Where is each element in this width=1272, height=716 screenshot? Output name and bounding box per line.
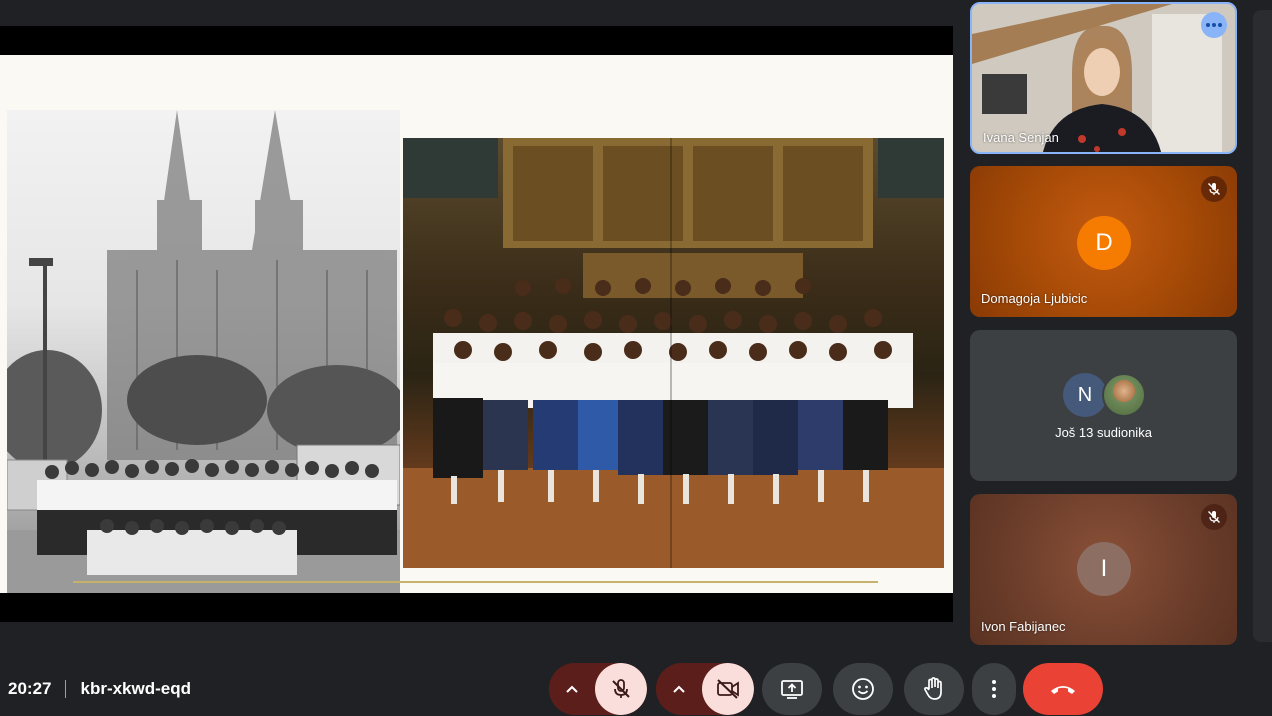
more-options-icon [992, 680, 996, 698]
cathedral-group-photo [7, 110, 400, 593]
avatar-initial: D [1095, 229, 1113, 256]
chevron-up-icon [566, 685, 578, 693]
camera-off-icon [717, 679, 739, 699]
more-options-button[interactable] [972, 663, 1016, 715]
participant-name: Ivana Senjan [983, 130, 1059, 145]
muted-badge [1201, 176, 1227, 202]
mic-options-button[interactable] [549, 663, 595, 715]
raise-hand-button[interactable] [904, 663, 964, 715]
end-call-button[interactable] [1023, 663, 1103, 715]
meeting-info-separator [65, 680, 67, 698]
participant-name: Domagoja Ljubicic [981, 291, 1088, 306]
three-dots-icon [1206, 23, 1222, 27]
mic-off-icon [612, 679, 630, 698]
meeting-info: 20:27 kbr-xkwd-eqd [8, 678, 191, 700]
camera-toggle-button[interactable] [702, 663, 754, 715]
participant-avatar: N [1063, 373, 1107, 417]
presentation-slide [0, 55, 953, 593]
participant-avatar-photo [1102, 373, 1146, 417]
avatar-initial: N [1077, 383, 1093, 406]
participant-tile[interactable]: I Ivon Fabijanec [970, 494, 1237, 645]
participant-avatar: I [1077, 542, 1131, 596]
end-call-icon [1051, 686, 1075, 694]
meeting-time: 20:27 [8, 679, 52, 698]
mic-off-icon [1208, 183, 1220, 195]
choir-altar-photo [403, 138, 944, 568]
avatar-initial: I [1100, 555, 1108, 582]
participant-tile[interactable]: D Domagoja Ljubicic [970, 166, 1237, 317]
more-participants-label: Još 13 sudionika [1055, 425, 1152, 440]
mic-toggle-button[interactable] [595, 663, 647, 715]
slide-divider [73, 581, 878, 583]
more-options-button[interactable] [1201, 12, 1227, 38]
participant-tile-video[interactable]: Ivana Senjan [970, 2, 1237, 154]
chevron-up-icon [673, 685, 685, 693]
mic-off-icon [1208, 511, 1220, 523]
reactions-button[interactable] [833, 663, 893, 715]
more-participants-tile[interactable]: N Još 13 sudionika [970, 330, 1237, 481]
present-screen-button[interactable] [762, 663, 822, 715]
present-screen-icon [781, 680, 803, 699]
camera-options-button[interactable] [656, 663, 702, 715]
participant-name: Ivon Fabijanec [981, 619, 1066, 634]
presentation-stage [0, 26, 953, 622]
participant-avatar: D [1077, 216, 1131, 270]
emoji-icon [852, 678, 874, 700]
raise-hand-icon [924, 677, 942, 700]
camera-control-group [656, 663, 754, 715]
muted-badge [1201, 504, 1227, 530]
side-panel-edge [1253, 10, 1272, 642]
meeting-code[interactable]: kbr-xkwd-eqd [80, 679, 191, 699]
mic-control-group [549, 663, 647, 715]
